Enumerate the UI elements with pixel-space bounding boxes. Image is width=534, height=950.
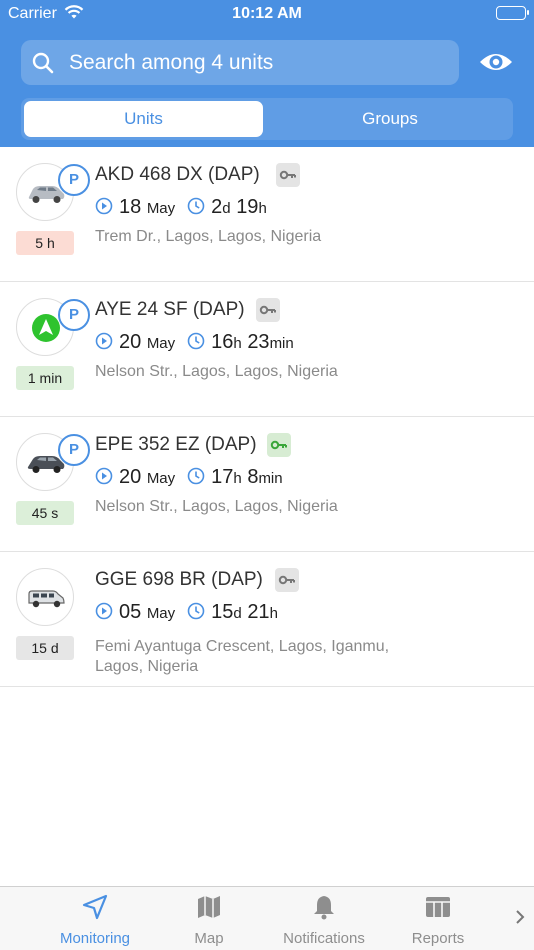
unit-address: Nelson Str., Lagos, Lagos, Nigeria <box>95 363 338 380</box>
duration-clock-icon <box>187 602 205 626</box>
search-placeholder: Search among 4 units <box>69 51 274 74</box>
tab-map[interactable]: Map <box>169 887 249 950</box>
ignition-key-icon <box>256 298 280 322</box>
van-icon <box>16 568 74 626</box>
duration-clock-icon <box>187 467 205 491</box>
unit-address: Nelson Str., Lagos, Lagos, Nigeria <box>95 498 338 515</box>
duration-unit: min <box>258 470 283 487</box>
unit-row[interactable]: P 45 s EPE 352 EZ (DAP) 20 May 17h 8min N… <box>0 417 534 552</box>
battery-icon <box>496 6 529 20</box>
tab-label: Reports <box>411 930 465 947</box>
tab-bar: Monitoring Map Notifications Reports <box>0 886 534 950</box>
segmented-control: Units Groups <box>21 98 513 140</box>
date-day: 05 <box>119 601 142 623</box>
parking-icon: P <box>58 164 90 196</box>
date-day: 20 <box>119 331 142 353</box>
duration-value: 21 <box>247 601 270 623</box>
address-line: Femi Ayantuga Crescent, Lagos, Iganmu, <box>95 638 390 655</box>
duration-unit: min <box>269 335 294 352</box>
duration-value: 8 <box>247 466 259 488</box>
last-message-badge: 15 d <box>16 636 74 660</box>
tab-notifications[interactable]: Notifications <box>269 887 379 950</box>
unit-name: EPE 352 EZ (DAP) <box>95 434 257 455</box>
ignition-key-icon <box>275 568 299 592</box>
last-message-badge: 45 s <box>16 501 74 525</box>
duration-unit: h <box>233 335 242 352</box>
unit-list: P 5 h AKD 468 DX (DAP) 18 May 2d 19h Trem… <box>0 147 534 687</box>
eye-icon[interactable] <box>478 48 514 76</box>
reports-table-icon <box>424 893 452 925</box>
last-message-badge: 5 h <box>16 231 74 255</box>
duration-unit: d <box>233 605 242 622</box>
date-day: 20 <box>119 466 142 488</box>
last-message-badge: 1 min <box>16 366 74 390</box>
map-icon <box>195 893 223 925</box>
duration-value: 19 <box>236 196 259 218</box>
unit-meta: 20 May 17h 8min <box>95 466 283 490</box>
tab-label: Notifications <box>283 930 365 947</box>
ignition-key-icon <box>276 163 300 187</box>
duration-unit: d <box>222 200 231 217</box>
date-month: May <box>146 335 176 352</box>
tab-label: Monitoring <box>59 930 131 947</box>
tab-reports[interactable]: Reports <box>398 887 478 950</box>
duration-value: 17 <box>211 466 234 488</box>
duration-value: 15 <box>211 601 234 623</box>
unit-meta: 20 May 16h 23min <box>95 331 294 355</box>
duration-unit: h <box>258 200 267 217</box>
duration-unit: h <box>269 605 278 622</box>
date-month: May <box>146 200 176 217</box>
tab-groups[interactable]: Groups <box>271 101 509 137</box>
unit-row[interactable]: P 1 min AYE 24 SF (DAP) 20 May 16h 23min … <box>0 282 534 417</box>
date-clock-icon <box>95 467 113 491</box>
date-month: May <box>146 605 176 622</box>
date-clock-icon <box>95 197 113 221</box>
duration-clock-icon <box>187 332 205 356</box>
parking-icon: P <box>58 299 90 331</box>
status-bar: Carrier 10:12 AM <box>0 0 534 30</box>
navigation-arrow-icon <box>81 893 109 925</box>
address-line: Lagos, Nigeria <box>95 658 199 675</box>
duration-unit: h <box>233 470 242 487</box>
unit-name: GGE 698 BR (DAP) <box>95 569 263 590</box>
parking-icon: P <box>58 434 90 466</box>
clock-time: 10:12 AM <box>232 5 302 22</box>
duration-value: 16 <box>211 331 234 353</box>
unit-meta: 05 May 15d 21h <box>95 601 278 625</box>
date-day: 18 <box>119 196 142 218</box>
bell-icon <box>310 893 338 925</box>
duration-clock-icon <box>187 197 205 221</box>
date-clock-icon <box>95 332 113 356</box>
unit-meta: 18 May 2d 19h <box>95 196 267 220</box>
unit-row[interactable]: P 5 h AKD 468 DX (DAP) 18 May 2d 19h Trem… <box>0 147 534 282</box>
unit-name: AKD 468 DX (DAP) <box>95 164 260 185</box>
unit-row[interactable]: 15 d GGE 698 BR (DAP) 05 May 15d 21h Femi… <box>0 552 534 687</box>
chevron-right-icon[interactable] <box>514 909 526 930</box>
tab-label: Map <box>194 930 224 947</box>
search-input[interactable]: Search among 4 units <box>21 40 459 85</box>
tab-units[interactable]: Units <box>24 101 263 137</box>
search-icon <box>31 51 55 80</box>
ignition-key-icon <box>267 433 291 457</box>
unit-name: AYE 24 SF (DAP) <box>95 299 245 320</box>
unit-address: Femi Ayantuga Crescent, Lagos, Iganmu, L… <box>95 637 515 677</box>
date-clock-icon <box>95 602 113 626</box>
date-month: May <box>146 470 176 487</box>
unit-address: Trem Dr., Lagos, Lagos, Nigeria <box>95 228 322 245</box>
duration-value: 23 <box>247 331 270 353</box>
tab-monitoring[interactable]: Monitoring <box>45 887 145 950</box>
header: Carrier 10:12 AM Search among 4 units Un… <box>0 0 534 147</box>
duration-value: 2 <box>211 196 223 218</box>
